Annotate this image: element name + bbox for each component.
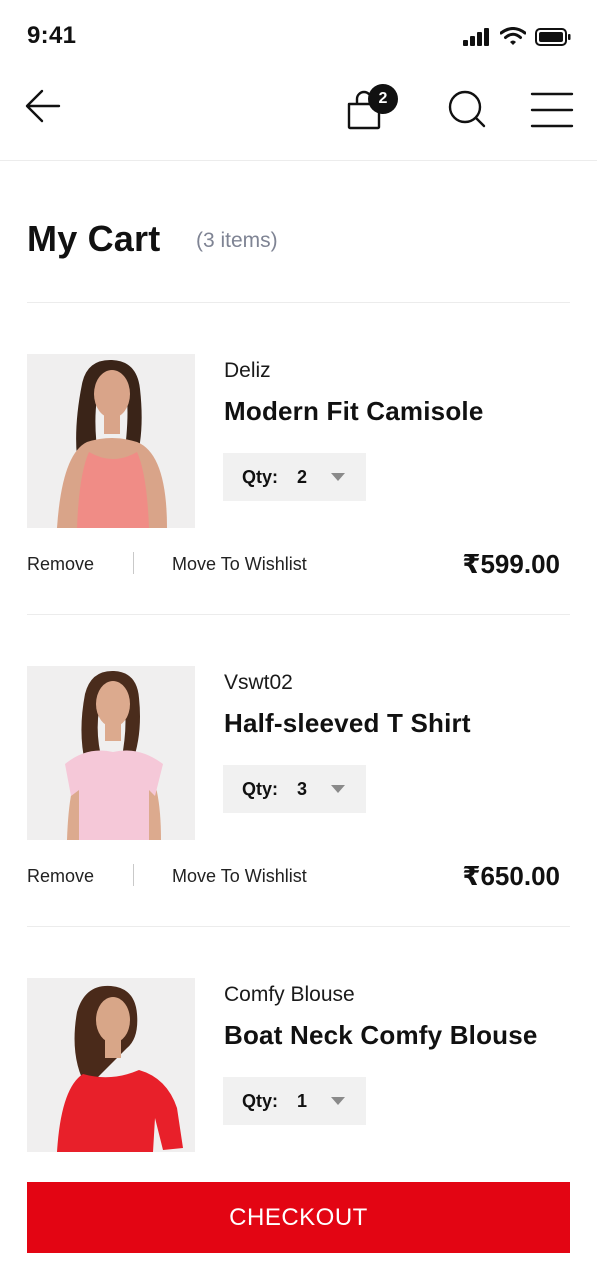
remove-button[interactable]: Remove	[27, 866, 94, 887]
cart-item: Deliz Modern Fit Camisole Qty: 2 Remove …	[0, 354, 597, 604]
item-price: ₹599.00	[462, 549, 560, 579]
item-price: ₹650.00	[462, 861, 560, 891]
search-icon	[448, 90, 486, 128]
model-photo	[65, 670, 163, 840]
search-button[interactable]	[446, 88, 488, 130]
model-photo	[57, 359, 167, 528]
quantity-value: 3	[297, 778, 308, 799]
quantity-value: 1	[297, 1090, 308, 1111]
model-photo	[57, 985, 183, 1152]
dropdown-caret-icon	[331, 1097, 345, 1105]
dropdown-caret-icon	[331, 785, 345, 793]
cart-title: My Cart	[27, 218, 161, 259]
cart-item-count: (3 items)	[196, 229, 278, 252]
quantity-label: Qty:	[242, 778, 278, 799]
quantity-select[interactable]: Qty: 3	[223, 765, 366, 813]
product-name[interactable]: Modern Fit Camisole	[224, 396, 484, 427]
product-name[interactable]: Half-sleeved T Shirt	[224, 708, 471, 739]
top-nav-bar: 2	[0, 70, 597, 161]
action-separator	[133, 864, 134, 886]
quantity-value: 2	[297, 466, 308, 487]
status-time: 9:41	[27, 22, 77, 49]
divider	[27, 926, 570, 927]
product-name[interactable]: Boat Neck Comfy Blouse	[224, 1020, 538, 1051]
item-actions: Remove Move To Wishlist ₹599.00	[27, 549, 570, 579]
quantity-select[interactable]: Qty: 2	[223, 453, 366, 501]
product-image[interactable]	[27, 666, 195, 840]
quantity-label: Qty:	[242, 466, 278, 487]
quantity-label: Qty:	[242, 1090, 278, 1111]
action-separator	[133, 552, 134, 574]
product-brand: Vswt02	[224, 671, 293, 694]
menu-button[interactable]	[530, 90, 574, 130]
remove-button[interactable]: Remove	[27, 554, 94, 575]
product-brand: Comfy Blouse	[224, 983, 355, 1006]
cart-count-badge: 2	[368, 84, 398, 114]
hamburger-menu-icon	[530, 92, 574, 128]
status-bar: 9:41	[0, 0, 597, 70]
shopping-bag-button[interactable]: 2	[342, 84, 400, 132]
back-button[interactable]	[22, 86, 64, 126]
battery-icon	[535, 27, 571, 46]
divider	[27, 302, 570, 303]
product-image[interactable]	[27, 354, 195, 528]
product-image[interactable]	[27, 978, 195, 1152]
divider	[27, 614, 570, 615]
cart-item: Vswt02 Half-sleeved T Shirt Qty: 3 Remov…	[0, 666, 597, 916]
cellular-signal-icon	[463, 27, 489, 46]
product-brand: Deliz	[224, 359, 271, 382]
quantity-select[interactable]: Qty: 1	[223, 1077, 366, 1125]
move-to-wishlist-button[interactable]: Move To Wishlist	[172, 866, 307, 887]
move-to-wishlist-button[interactable]: Move To Wishlist	[172, 554, 307, 575]
dropdown-caret-icon	[331, 473, 345, 481]
back-arrow-icon	[25, 89, 61, 123]
wifi-icon	[500, 27, 526, 45]
status-icons	[463, 27, 571, 46]
item-actions: Remove Move To Wishlist ₹650.00	[27, 861, 570, 891]
checkout-button[interactable]: CHECKOUT	[27, 1182, 570, 1253]
